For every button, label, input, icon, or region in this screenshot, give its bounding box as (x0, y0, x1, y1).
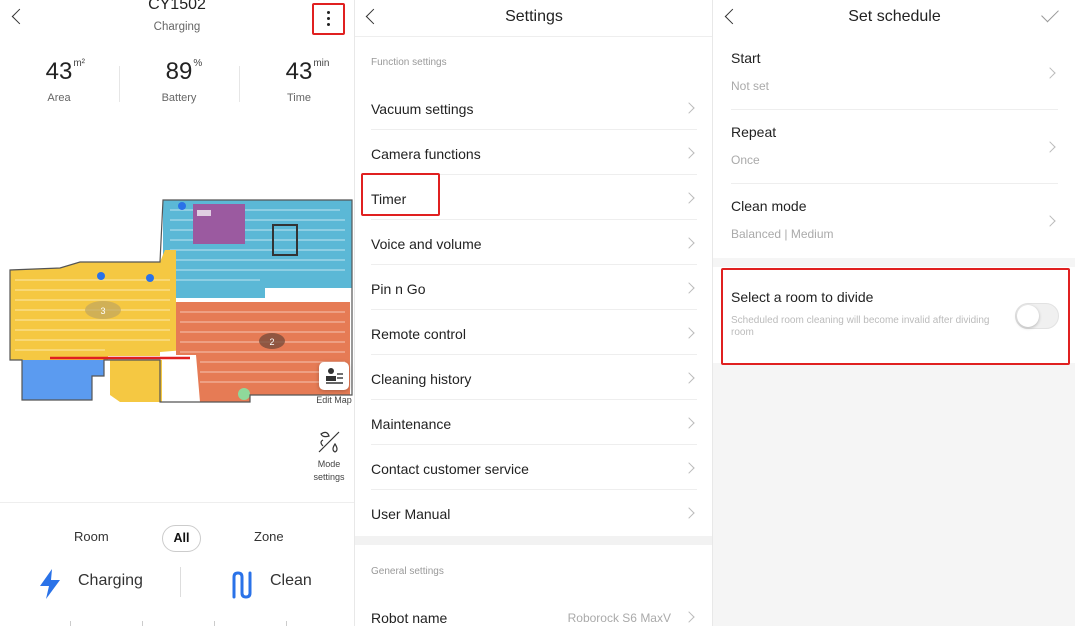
schedule-screen: Set schedule Start Not set Repeat Once C… (712, 0, 1075, 626)
settings-item-label: Pin n Go (371, 281, 426, 297)
stat-battery: 89% Battery (120, 58, 238, 104)
lightning-icon (40, 569, 60, 599)
room-blue (163, 200, 352, 298)
bottom-controls: Room All Zone Charging Clean (0, 502, 354, 626)
chevron-right-icon (683, 102, 695, 114)
chevron-right-icon (683, 237, 695, 249)
chevron-right-icon (1044, 141, 1056, 153)
device-status: Charging (153, 21, 201, 33)
mode-settings-button[interactable]: Mode settings (305, 426, 353, 484)
area-label: Area (47, 92, 71, 104)
settings-item-label: User Manual (371, 506, 451, 522)
settings-screen: Settings Function settings Vacuum settin… (354, 0, 712, 626)
start-value: Not set (731, 79, 770, 93)
time-value: 43 (285, 58, 313, 85)
chevron-right-icon (683, 462, 695, 474)
settings-item-label: Remote control (371, 326, 466, 342)
room-label-2: 2 (269, 337, 274, 347)
device-title: CY1502 (148, 0, 206, 13)
chevron-right-icon (683, 611, 695, 623)
highlight-box-divide (721, 268, 1070, 365)
start-label: Start (731, 50, 761, 66)
chevron-right-icon (683, 327, 695, 339)
settings-item-label: Vacuum settings (371, 101, 474, 117)
chevron-right-icon (683, 507, 695, 519)
time-label: Time (286, 92, 312, 104)
tab-room[interactable]: Room (74, 529, 109, 544)
repeat-value: Once (731, 153, 760, 167)
chevron-right-icon (1044, 215, 1056, 227)
settings-item-history[interactable]: Cleaning history (371, 355, 697, 400)
settings-item-label: Camera functions (371, 146, 481, 162)
tab-all[interactable]: All (162, 525, 201, 552)
settings-item-voice[interactable]: Voice and volume (371, 220, 697, 265)
room-label-3: 3 (100, 306, 105, 316)
room-yellow-small (110, 360, 162, 402)
clean-mode-value: Balanced | Medium (731, 227, 834, 241)
repeat-label: Repeat (731, 124, 777, 140)
battery-unit: % (193, 58, 203, 69)
time-unit: min (313, 58, 330, 69)
tab-zone[interactable]: Zone (254, 529, 284, 544)
area-value: 43 (45, 58, 73, 85)
robot-name-label: Robot name (371, 610, 448, 626)
settings-item-remote[interactable]: Remote control (371, 310, 697, 355)
chevron-right-icon (683, 417, 695, 429)
schedule-repeat-row[interactable]: Repeat Once (713, 110, 1075, 184)
settings-item-robot-name[interactable]: Robot name Roborock S6 MaxV (371, 594, 697, 626)
chevron-right-icon (683, 192, 695, 204)
robot-name-value: Roborock S6 MaxV (567, 611, 671, 625)
map-edit-icon (319, 362, 349, 390)
edit-map-label: Edit Map (316, 395, 352, 405)
settings-item-label: Contact customer service (371, 461, 529, 477)
stat-time: 43 min Time (240, 58, 354, 104)
schedule-title: Set schedule (848, 8, 941, 25)
edit-map-button[interactable]: Edit Map (309, 362, 354, 405)
fan-water-icon (313, 426, 345, 458)
chevron-right-icon (683, 282, 695, 294)
chevron-right-icon (683, 372, 695, 384)
schedule-start-row[interactable]: Start Not set (713, 36, 1075, 110)
mode-settings-label: Mode settings (313, 459, 345, 482)
settings-item-vacuum[interactable]: Vacuum settings (371, 85, 697, 130)
settings-item-maintenance[interactable]: Maintenance (371, 400, 697, 445)
settings-item-contact[interactable]: Contact customer service (371, 445, 697, 490)
settings-item-label: Voice and volume (371, 236, 482, 252)
settings-item-manual[interactable]: User Manual (371, 490, 697, 535)
battery-label: Battery (161, 92, 197, 104)
battery-value: 89 (165, 58, 193, 85)
clean-path-icon (232, 571, 252, 599)
settings-item-pin-n-go[interactable]: Pin n Go (371, 265, 697, 310)
chevron-right-icon (683, 147, 695, 159)
highlight-box-timer (361, 173, 440, 216)
clean-mode-label: Clean mode (731, 198, 807, 214)
schedule-clean-mode-row[interactable]: Clean mode Balanced | Medium (713, 184, 1075, 258)
settings-item-label: Maintenance (371, 416, 452, 432)
chevron-right-icon (1044, 67, 1056, 79)
function-settings-header: Function settings (371, 57, 447, 68)
highlight-box-more (312, 3, 345, 35)
area-unit: m² (73, 58, 86, 69)
general-settings-header: General settings (371, 566, 444, 577)
clean-label: Clean (270, 572, 312, 589)
charging-label: Charging (78, 572, 143, 589)
settings-item-label: Cleaning history (371, 371, 472, 387)
settings-item-camera[interactable]: Camera functions (371, 130, 697, 175)
settings-title: Settings (505, 8, 563, 25)
floor-map[interactable]: 3 2 (0, 190, 354, 410)
home-screen: CY1502 Charging 43 m² Area 89% Battery 43… (0, 0, 354, 626)
stat-area: 43 m² Area (0, 58, 118, 104)
